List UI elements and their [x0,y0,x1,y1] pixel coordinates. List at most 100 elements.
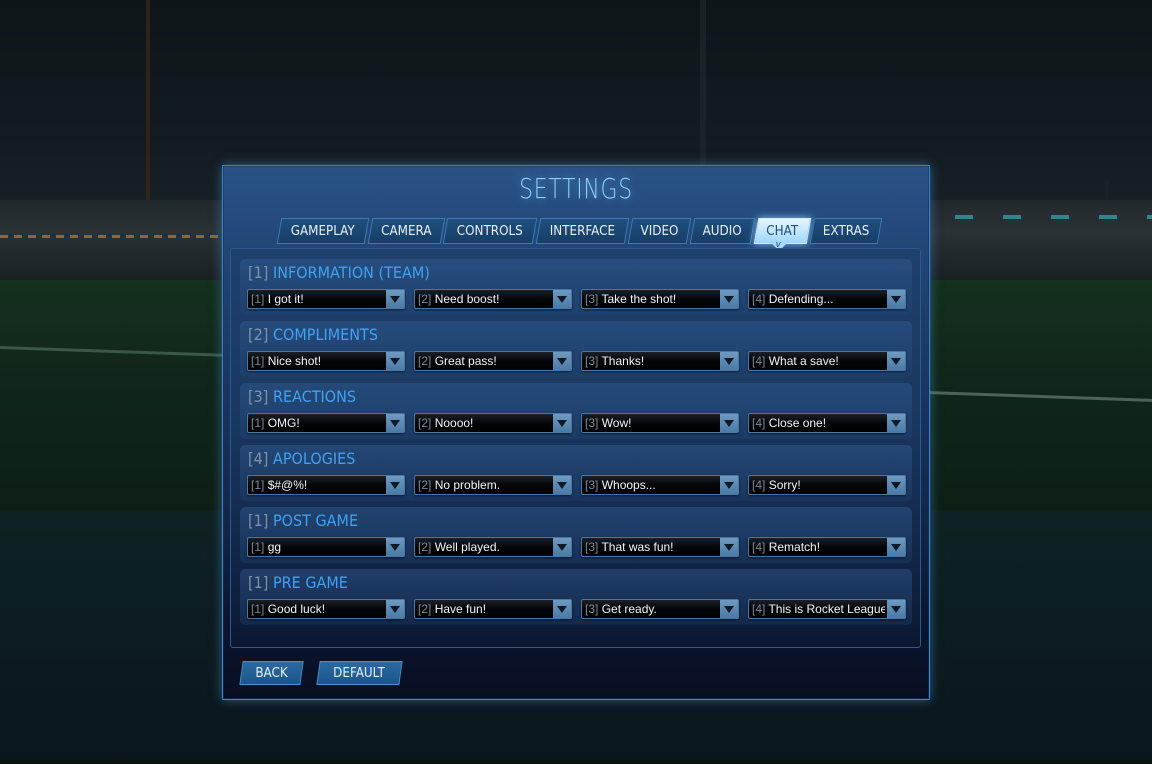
select-value: [4] What a save! [752,354,885,368]
option-value: Rematch! [768,540,821,554]
dropdown-arrow-icon[interactable] [720,538,738,556]
dropdown-arrow-icon[interactable] [553,290,571,308]
quick-chat-dropdowns: [1] gg [2] Well played. [3] That was fun! [… [247,537,907,557]
dropdown-arrow-icon[interactable] [386,414,404,432]
group-key: [1] [248,263,269,282]
tab-extras[interactable]: EXTRAS [809,218,883,244]
quick-chat-select[interactable]: [2] Have fun! [414,599,572,619]
tab-video[interactable]: VIDEO [627,218,692,244]
quick-chat-select[interactable]: [2] Great pass! [414,351,572,371]
dropdown-arrow-icon[interactable] [720,414,738,432]
quick-chat-select[interactable]: [3] Whoops... [581,475,739,495]
quick-chat-select[interactable]: [2] No problem. [414,475,572,495]
select-value: [3] Whoops... [585,478,718,492]
dropdown-arrow-icon[interactable] [887,414,905,432]
option-value: Great pass! [434,354,497,368]
quick-chat-select[interactable]: [4] Sorry! [748,475,906,495]
quick-chat-select[interactable]: [1] Good luck! [247,599,405,619]
dropdown-arrow-icon[interactable] [887,476,905,494]
dropdown-arrow-icon[interactable] [720,352,738,370]
option-key: [2] [418,292,432,306]
quick-chat-select[interactable]: [3] Thanks! [581,351,739,371]
dropdown-arrow-icon[interactable] [720,476,738,494]
tab-controls[interactable]: CONTROLS [443,218,538,244]
dropdown-arrow-icon[interactable] [720,600,738,618]
group-key: [3] [248,387,269,406]
option-value: Whoops... [601,478,656,492]
tab-label: CHAT [766,223,799,239]
select-value: [2] Well played. [418,540,551,554]
group-title: [1] POST GAME [248,511,358,530]
option-value: That was fun! [601,540,674,554]
dropdown-arrow-icon[interactable] [553,414,571,432]
arena-lights-left [0,235,230,238]
dropdown-arrow-icon[interactable] [887,600,905,618]
dropdown-arrow-icon[interactable] [887,538,905,556]
dropdown-arrow-icon[interactable] [887,352,905,370]
quick-chat-select[interactable]: [4] Defending... [748,289,906,309]
dropdown-arrow-icon[interactable] [553,600,571,618]
quick-chat-select[interactable]: [3] Take the shot! [581,289,739,309]
dropdown-arrow-icon[interactable] [386,352,404,370]
quick-chat-select[interactable]: [4] What a save! [748,351,906,371]
option-value: Wow! [601,416,632,430]
option-value: $#@%! [267,478,308,492]
quick-chat-select[interactable]: [4] Close one! [748,413,906,433]
quick-chat-select[interactable]: [2] Noooo! [414,413,572,433]
quick-chat-select[interactable]: [1] I got it! [247,289,405,309]
option-value: Noooo! [434,416,474,430]
option-key: [4] [752,602,766,616]
chat-group-post-game: [1] POST GAME [1] gg [2] Well played. [3] … [240,507,912,563]
dropdown-arrow-icon[interactable] [720,290,738,308]
quick-chat-select[interactable]: [1] $#@%! [247,475,405,495]
option-key: [2] [418,540,432,554]
dropdown-arrow-icon[interactable] [386,476,404,494]
option-key: [1] [251,540,265,554]
dropdown-arrow-icon[interactable] [553,538,571,556]
default-button[interactable]: DEFAULT [316,661,403,685]
option-key: [2] [418,478,432,492]
dropdown-arrow-icon[interactable] [553,476,571,494]
quick-chat-select[interactable]: [1] gg [247,537,405,557]
dropdown-arrow-icon[interactable] [553,352,571,370]
dropdown-arrow-icon[interactable] [386,290,404,308]
option-key: [4] [752,540,766,554]
option-key: [1] [251,416,265,430]
chat-group-apologies: [4] APOLOGIES [1] $#@%! [2] No problem. [3… [240,445,912,501]
back-button-label: BACK [255,665,288,681]
quick-chat-select[interactable]: [1] OMG! [247,413,405,433]
select-value: [4] Rematch! [752,540,885,554]
dropdown-arrow-icon[interactable] [386,600,404,618]
quick-chat-select[interactable]: [3] Wow! [581,413,739,433]
quick-chat-select[interactable]: [2] Well played. [414,537,572,557]
tab-interface[interactable]: INTERFACE [535,218,630,244]
tab-gameplay[interactable]: GAMEPLAY [276,218,369,244]
field-line [930,391,1152,402]
quick-chat-select[interactable]: [3] Get ready. [581,599,739,619]
dropdown-arrow-icon[interactable] [887,290,905,308]
group-key: [1] [248,511,269,530]
chat-group-information-team: [1] INFORMATION (TEAM) [1] I got it! [2] … [240,259,912,315]
settings-panel: SETTINGS GAMEPLAY CAMERA CONTROLS INTERF… [222,165,930,700]
quick-chat-select[interactable]: [3] That was fun! [581,537,739,557]
quick-chat-select[interactable]: [4] This is Rocket League! [748,599,906,619]
quick-chat-select[interactable]: [2] Need boost! [414,289,572,309]
tab-camera[interactable]: CAMERA [367,218,445,244]
group-name: PRE GAME [272,573,348,592]
option-value: Close one! [768,416,827,430]
back-button[interactable]: BACK [239,661,304,685]
group-title: [2] COMPLIMENTS [248,325,378,344]
tab-audio[interactable]: AUDIO [690,218,756,244]
tab-chat[interactable]: CHAT v [753,218,811,250]
group-name: COMPLIMENTS [272,325,378,344]
quick-chat-dropdowns: [1] OMG! [2] Noooo! [3] Wow! [4] Close one! [247,413,907,433]
quick-chat-select[interactable]: [1] Nice shot! [247,351,405,371]
option-value: What a save! [768,354,839,368]
dropdown-arrow-icon[interactable] [386,538,404,556]
select-value: [1] I got it! [251,292,384,306]
select-value: [3] Wow! [585,416,718,430]
quick-chat-select[interactable]: [4] Rematch! [748,537,906,557]
group-title: [4] APOLOGIES [248,449,355,468]
option-key: [2] [418,354,432,368]
select-value: [1] OMG! [251,416,384,430]
